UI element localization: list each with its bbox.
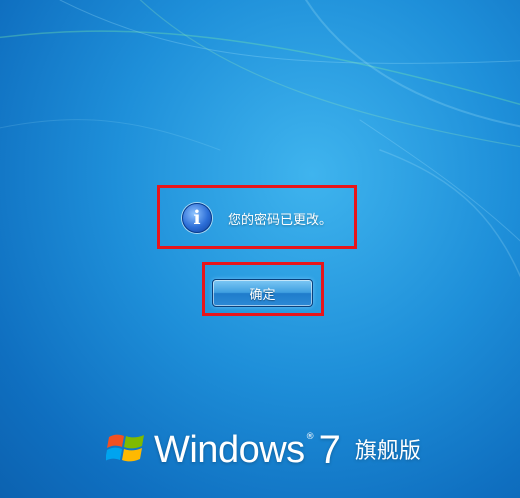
message-text: 您的密码已更改。 [228, 212, 333, 228]
windows-version: 7 [318, 428, 341, 472]
ok-button[interactable]: 确定 [212, 279, 313, 307]
windows-branding: Windows ® 7 旗舰版 [106, 422, 421, 472]
windows-edition: 旗舰版 [354, 439, 421, 464]
registered-mark: ® [305, 432, 315, 442]
message-area: i 您的密码已更改。 [182, 203, 332, 233]
windows-wordmark: Windows [154, 429, 305, 471]
windows-flag-icon [106, 434, 144, 462]
info-icon: i [182, 203, 212, 233]
